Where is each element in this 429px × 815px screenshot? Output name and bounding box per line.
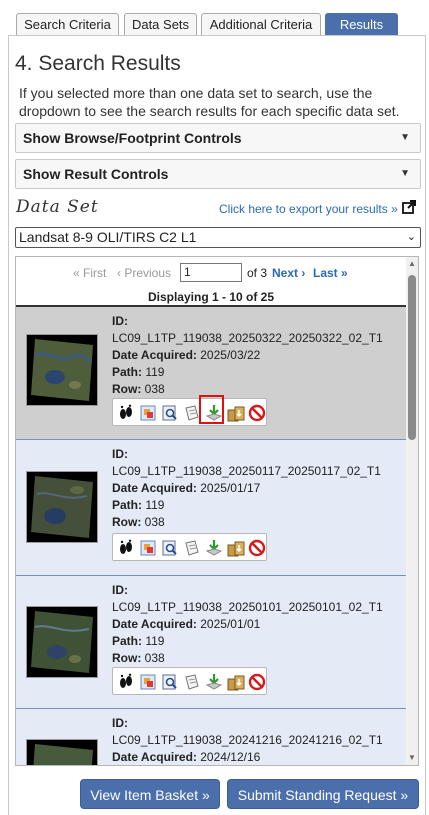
displaying-count: Displaying 1 - 10 of 25 <box>147 290 275 304</box>
scroll-up-icon[interactable]: ▲ <box>408 259 416 268</box>
result-actions-toolbar <box>112 398 267 426</box>
result-controls-toggle[interactable]: Show Result Controls ▼ <box>15 159 421 189</box>
overlay-icon[interactable] <box>139 539 157 557</box>
overlay-icon[interactable] <box>139 404 157 422</box>
compare-icon[interactable] <box>183 673 201 691</box>
download-highlight-box <box>199 395 224 424</box>
result-metadata: ID: LC09_L1TP_119038_20241216_20241216_0… <box>112 716 383 764</box>
result-metadata: ID: LC09_L1TP_119038_20250117_20250117_0… <box>112 447 381 529</box>
page-number-input[interactable]: 1 <box>180 263 242 282</box>
scroll-down-icon[interactable]: ▼ <box>408 753 416 762</box>
last-page-link[interactable]: Last » <box>313 266 348 280</box>
tab-results[interactable]: Results <box>325 13 398 35</box>
scroll-thumb[interactable] <box>408 275 416 440</box>
result-controls-label: Show Result Controls <box>23 166 169 182</box>
overlay-icon[interactable] <box>139 673 157 691</box>
footprint-icon[interactable] <box>117 404 135 422</box>
next-page-link[interactable]: Next › <box>272 266 305 280</box>
result-actions-toolbar <box>112 533 267 561</box>
tab-data-sets[interactable]: Data Sets <box>124 13 197 35</box>
browse-footprint-controls-label: Show Browse/Footprint Controls <box>23 130 242 146</box>
download-icon[interactable] <box>205 673 223 691</box>
result-item[interactable]: ID: LC09_L1TP_119038_20250117_20250117_0… <box>16 440 406 576</box>
download-icon[interactable] <box>205 539 223 557</box>
metadata-icon[interactable] <box>161 673 179 691</box>
pagination: « First ‹ Previous 1 of 3 Next › Last » <box>16 261 406 283</box>
page-title: 4. Search Results <box>15 52 181 75</box>
tab-additional-criteria[interactable]: Additional Criteria <box>201 13 321 35</box>
exclude-icon[interactable] <box>248 673 266 691</box>
scene-thumbnail[interactable] <box>26 606 98 678</box>
exclude-icon[interactable] <box>248 539 266 557</box>
scene-thumbnail[interactable] <box>26 471 98 543</box>
exclude-icon[interactable] <box>248 404 266 422</box>
scene-thumbnail[interactable] <box>26 739 98 765</box>
results-list: « First ‹ Previous 1 of 3 Next › Last » … <box>15 256 419 766</box>
page-count: of 3 <box>247 266 268 280</box>
bulk-download-icon[interactable] <box>227 539 245 557</box>
caret-down-icon: ▼ <box>400 132 410 143</box>
browse-footprint-controls-toggle[interactable]: Show Browse/Footprint Controls ▼ <box>15 123 421 153</box>
external-link-icon[interactable] <box>402 200 416 214</box>
results-scrollbar[interactable]: ▲ ▼ <box>406 257 418 765</box>
bulk-download-icon[interactable] <box>227 673 245 691</box>
result-actions-toolbar <box>112 667 267 695</box>
footprint-icon[interactable] <box>117 673 135 691</box>
result-item[interactable]: ID: LC09_L1TP_119038_20250101_20250101_0… <box>16 576 406 709</box>
data-set-label: Data Set <box>16 197 99 217</box>
chevron-down-icon: ⌄ <box>406 231 416 243</box>
intro-text: If you selected more than one data set t… <box>19 85 400 119</box>
export-results-link[interactable]: Click here to export your results » <box>219 202 398 216</box>
bulk-download-icon[interactable] <box>227 404 245 422</box>
compare-icon[interactable] <box>183 539 201 557</box>
data-set-select[interactable]: Landsat 8-9 OLI/TIRS C2 L1 ⌄ <box>15 227 421 248</box>
scene-thumbnail[interactable] <box>26 334 98 406</box>
metadata-icon[interactable] <box>161 404 179 422</box>
tab-search-criteria[interactable]: Search Criteria <box>16 13 119 35</box>
footprint-icon[interactable] <box>117 539 135 557</box>
result-metadata: ID: LC09_L1TP_119038_20250322_20250322_0… <box>112 314 383 396</box>
first-page-link[interactable]: « First <box>73 266 106 280</box>
result-item[interactable]: ID: LC09_L1TP_119038_20241216_20241216_0… <box>16 709 406 765</box>
caret-down-icon: ▼ <box>400 168 410 179</box>
data-set-selected-value: Landsat 8-9 OLI/TIRS C2 L1 <box>19 229 197 245</box>
metadata-icon[interactable] <box>161 539 179 557</box>
view-item-basket-button[interactable]: View Item Basket » <box>80 779 220 809</box>
result-item[interactable]: ID: LC09_L1TP_119038_20250322_20250322_0… <box>16 307 406 440</box>
submit-standing-request-button[interactable]: Submit Standing Request » <box>227 779 419 809</box>
result-metadata: ID: LC09_L1TP_119038_20250101_20250101_0… <box>112 583 383 665</box>
previous-page-link[interactable]: ‹ Previous <box>117 266 171 280</box>
tab-bar: Search Criteria Data Sets Additional Cri… <box>0 0 429 36</box>
